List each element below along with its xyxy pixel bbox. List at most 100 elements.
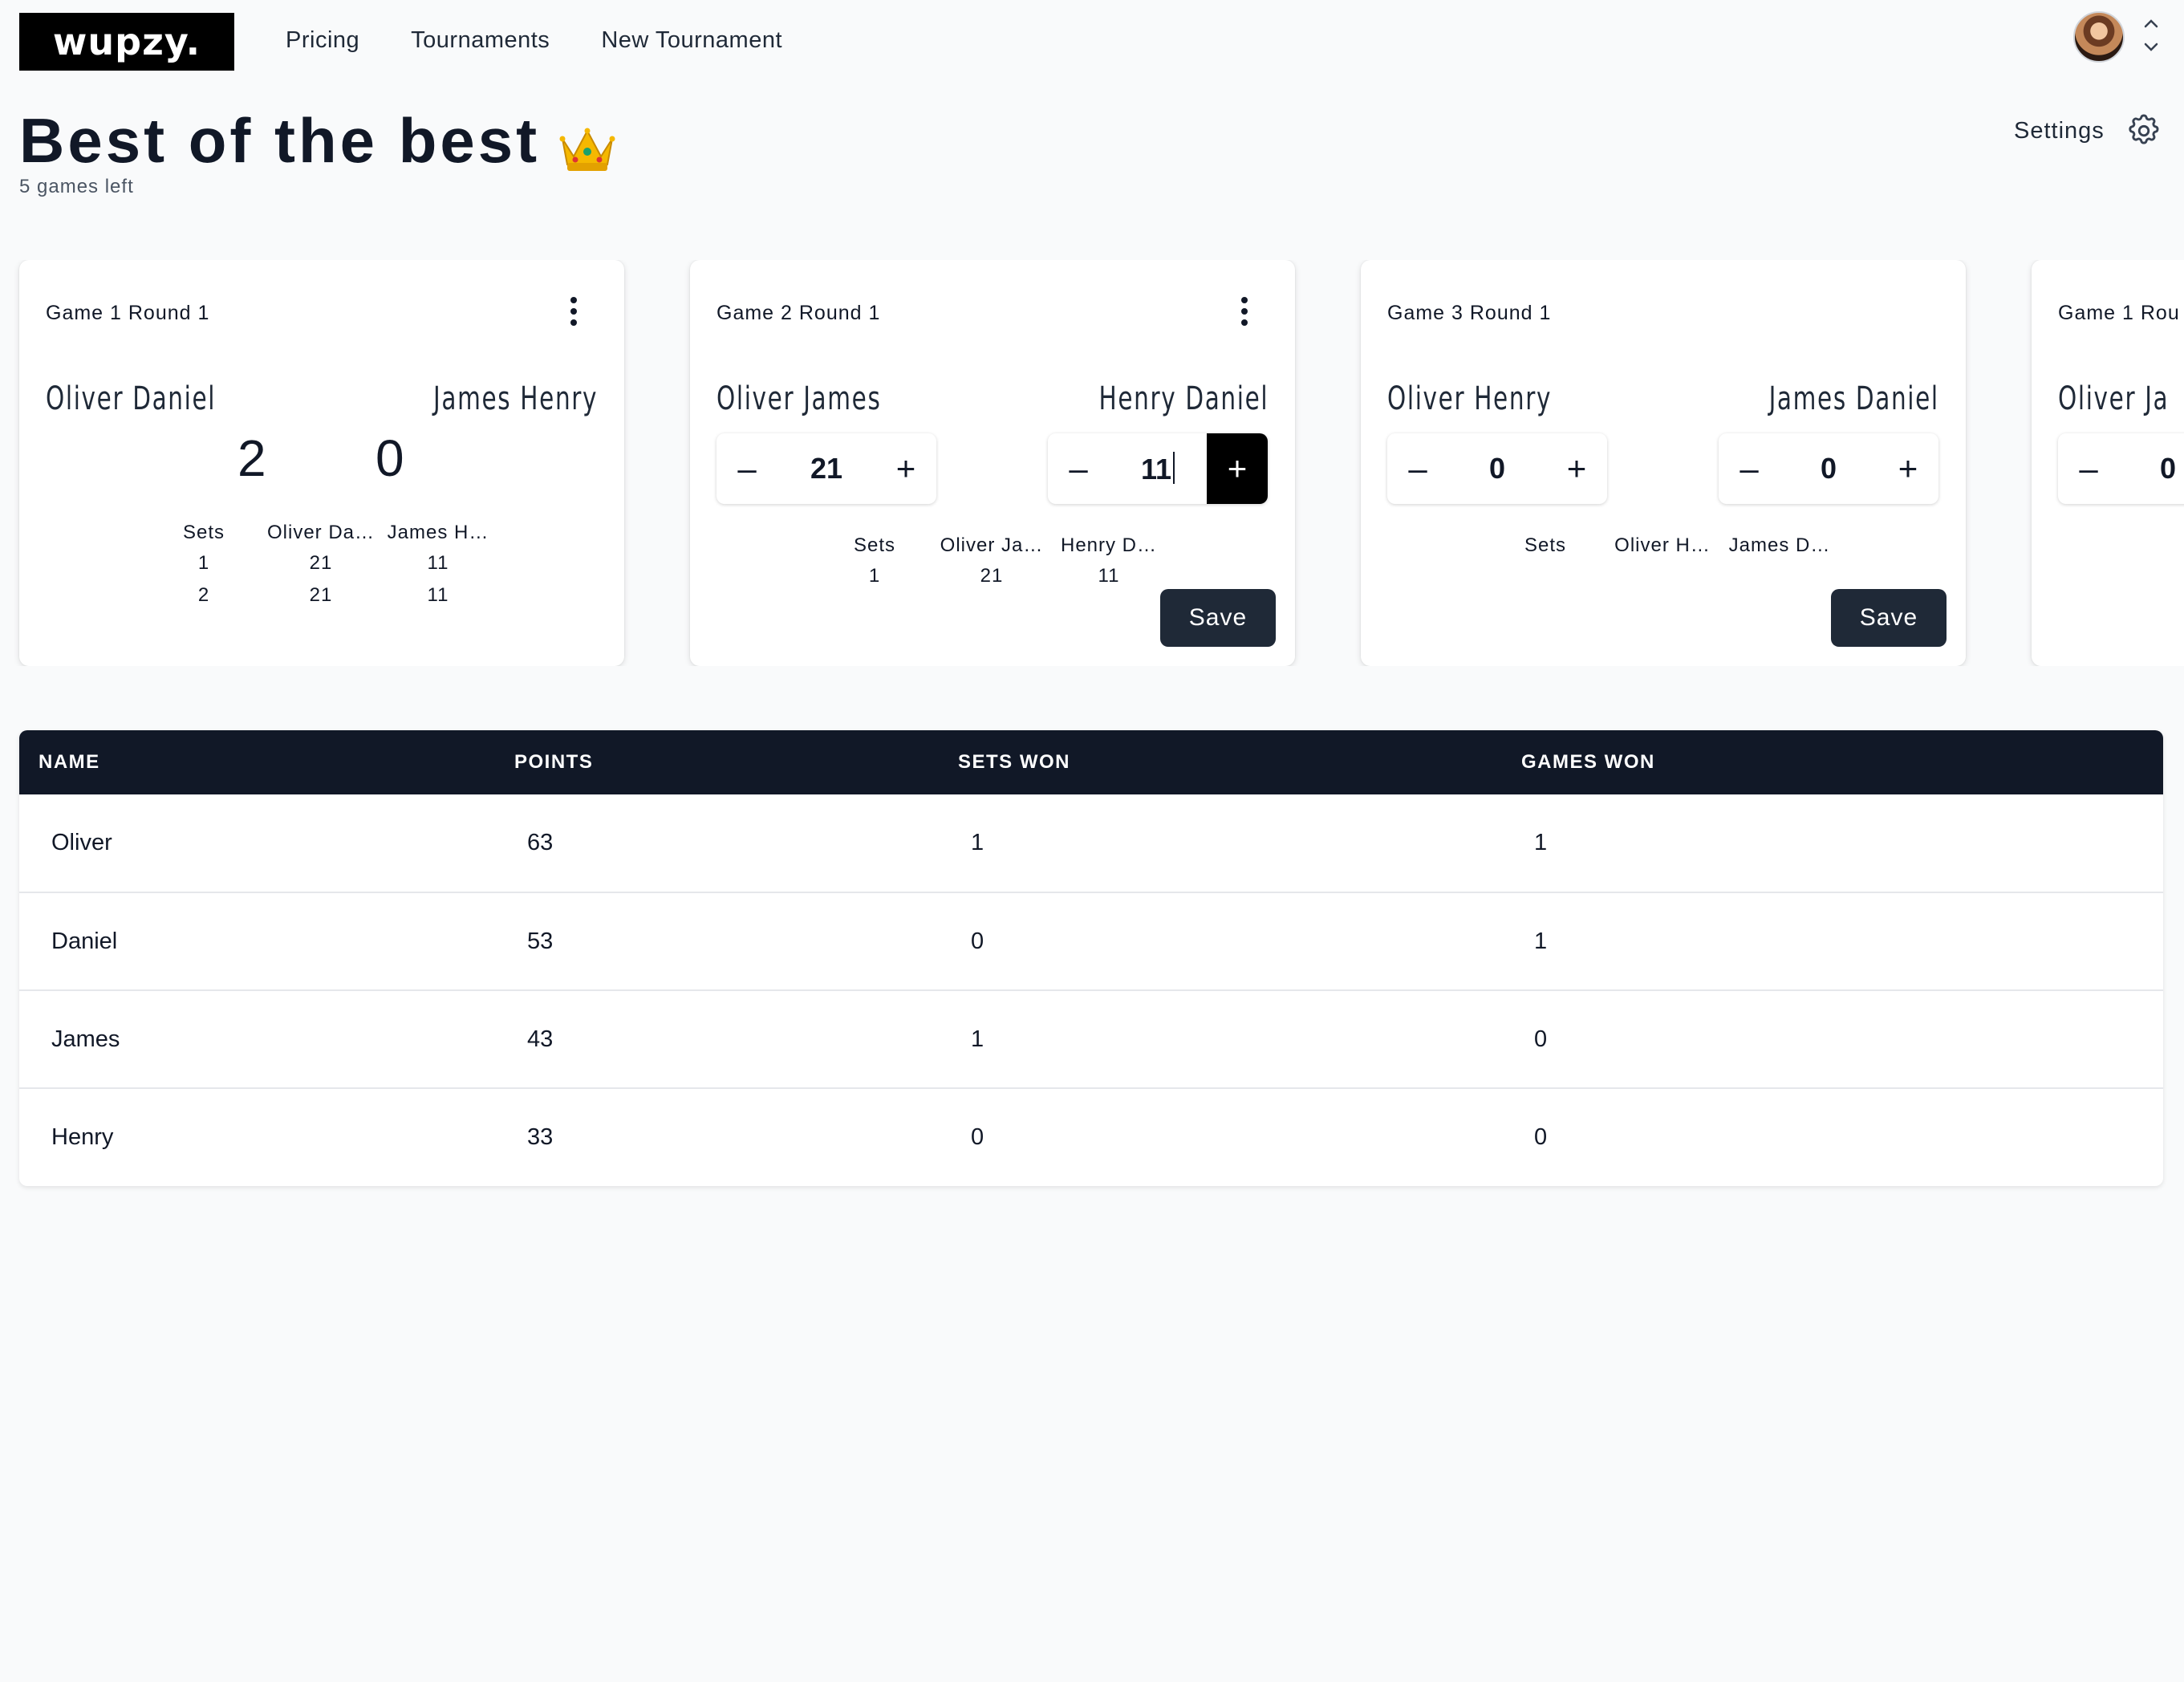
table-row: Henry 33 0 0 <box>19 1087 2163 1186</box>
team-b-score-stepper: – 0 + <box>1719 433 1938 504</box>
game-title: Game 1 Round 1 <box>46 302 210 324</box>
player-name: Henry <box>19 1087 514 1186</box>
score-input[interactable]: 11 <box>1109 452 1207 486</box>
player-sets-won: 0 <box>958 1087 1521 1186</box>
page-title: Best of the best <box>19 104 617 177</box>
chevron-up-icon[interactable] <box>2141 14 2162 32</box>
game-title: Game 2 Round 1 <box>716 302 881 324</box>
nav-tournaments[interactable]: Tournaments <box>411 27 550 54</box>
player-games-won: 0 <box>1521 989 2163 1088</box>
set-cell: 1 <box>868 565 881 587</box>
set-cell: 1 <box>197 552 210 574</box>
nav-new-tournament[interactable]: New Tournament <box>601 27 782 54</box>
player-name: Oliver <box>51 830 112 855</box>
nav-pricing[interactable]: Pricing <box>286 27 359 54</box>
sets-header: Oliver Ja… <box>940 534 1044 556</box>
team-b-score: 0 <box>376 429 404 487</box>
set-cell: 11 <box>427 584 449 606</box>
player-games-won: 0 <box>1521 1087 2163 1186</box>
player-sets-won: 1 <box>958 989 1521 1088</box>
player-sets-won: 0 <box>958 892 1521 990</box>
set-row: 1 21 11 <box>816 560 1167 592</box>
column-header-name[interactable]: NAME <box>19 730 514 794</box>
sets-header: Oliver Da… <box>266 522 376 543</box>
set-row: 1 21 11 <box>145 547 497 579</box>
set-cell: 11 <box>427 552 449 574</box>
column-header-games-won[interactable]: GAMES WON <box>1521 730 2163 794</box>
sets-table: Sets Oliver H… James D… <box>1487 531 1838 560</box>
game-title: Game 1 Rou <box>2058 302 2180 324</box>
main-nav: Pricing Tournaments New Tournament <box>286 27 782 54</box>
team-a-name: Oliver Henry <box>1387 380 1553 417</box>
sets-table: Sets Oliver Da… James H… 1 21 11 2 21 11 <box>145 518 497 611</box>
set-cell: 21 <box>309 552 333 574</box>
kebab-menu-icon[interactable] <box>1239 297 1250 329</box>
increment-button[interactable]: + <box>1878 433 1938 504</box>
team-a-score-stepper: – 21 + <box>716 433 936 504</box>
column-header-sets-won[interactable]: SETS WON <box>958 730 1521 794</box>
team-b-score-stepper: – 11 + <box>1048 433 1268 504</box>
game-card: Game 3 Round 1 Oliver Henry James Daniel… <box>1361 260 1966 666</box>
table-row: James 43 1 0 <box>19 989 2163 1088</box>
page-title-text: Best of the best <box>19 105 541 176</box>
increment-button[interactable]: + <box>875 433 936 504</box>
chevron-down-icon[interactable] <box>2141 39 2162 56</box>
table-row: Oliver 63 1 1 <box>19 794 2163 892</box>
decrement-button[interactable]: – <box>2058 433 2119 504</box>
player-points: 63 <box>527 830 554 855</box>
score-input[interactable]: 0 <box>2119 452 2184 486</box>
player-points: 33 <box>514 1087 958 1186</box>
team-a-name: Oliver Ja <box>2058 380 2170 417</box>
increment-button[interactable]: + <box>1207 433 1268 504</box>
sets-header: Sets <box>1524 534 1567 556</box>
set-row: 2 21 11 <box>145 579 497 611</box>
team-b-name: Henry Daniel <box>1098 380 1269 417</box>
team-a-score-stepper: – 0 + <box>2058 433 2184 504</box>
score-input[interactable]: 21 <box>777 452 875 486</box>
games-left-label: 5 games left <box>19 176 134 197</box>
sets-table: Sets Oliver Ja… Henry D… 1 21 11 <box>816 531 1167 592</box>
crown-icon <box>558 116 617 171</box>
gear-icon <box>2129 114 2159 144</box>
standings-header-row: NAME POINTS SETS WON GAMES WON <box>19 730 2163 794</box>
game-card: Game 1 Rou Oliver Ja – 0 + <box>2032 260 2184 666</box>
team-a-score: 2 <box>237 429 266 487</box>
player-name: James <box>19 989 514 1088</box>
team-a-score-stepper: – 0 + <box>1387 433 1607 504</box>
game-card: Game 1 Round 1 Oliver Daniel James Henry… <box>19 260 624 666</box>
table-row: Daniel 53 0 1 <box>19 892 2163 990</box>
score-input[interactable]: 0 <box>1780 452 1878 486</box>
team-a-name: Oliver James <box>716 380 882 417</box>
wupzy-logo[interactable]: wupzy. <box>19 13 234 71</box>
player-name: Daniel <box>19 892 514 990</box>
player-points: 53 <box>514 892 958 990</box>
team-a-name: Oliver Daniel <box>46 380 217 417</box>
user-avatar[interactable] <box>2073 11 2125 63</box>
column-header-points[interactable]: POINTS <box>514 730 958 794</box>
player-sets-won: 1 <box>971 830 984 855</box>
standings-table: NAME POINTS SETS WON GAMES WON Oliver 63… <box>19 730 2163 1186</box>
sets-header: Oliver H… <box>1614 534 1711 556</box>
save-button[interactable]: Save <box>1831 589 1947 647</box>
player-games-won: 1 <box>1521 892 2163 990</box>
decrement-button[interactable]: – <box>1048 433 1109 504</box>
player-points: 43 <box>514 989 958 1088</box>
game-card: Game 2 Round 1 Oliver James Henry Daniel… <box>690 260 1295 666</box>
increment-button[interactable]: + <box>1546 433 1607 504</box>
save-button[interactable]: Save <box>1160 589 1276 647</box>
game-title: Game 3 Round 1 <box>1387 302 1552 324</box>
decrement-button[interactable]: – <box>1719 433 1780 504</box>
set-cell: 21 <box>309 584 333 606</box>
sets-header: Sets <box>853 534 896 556</box>
kebab-menu-icon[interactable] <box>568 297 579 329</box>
decrement-button[interactable]: – <box>716 433 777 504</box>
player-games-won: 1 <box>1534 830 1548 855</box>
settings-button[interactable]: Settings <box>2014 112 2162 149</box>
set-cell: 11 <box>1098 565 1120 587</box>
games-carousel[interactable]: Game 1 Round 1 Oliver Daniel James Henry… <box>0 260 2184 666</box>
team-b-name: James Henry <box>432 380 598 417</box>
score-input[interactable]: 0 <box>1448 452 1546 486</box>
team-b-name: James Daniel <box>1768 380 1939 417</box>
sets-header: Henry D… <box>1060 534 1158 556</box>
decrement-button[interactable]: – <box>1387 433 1448 504</box>
